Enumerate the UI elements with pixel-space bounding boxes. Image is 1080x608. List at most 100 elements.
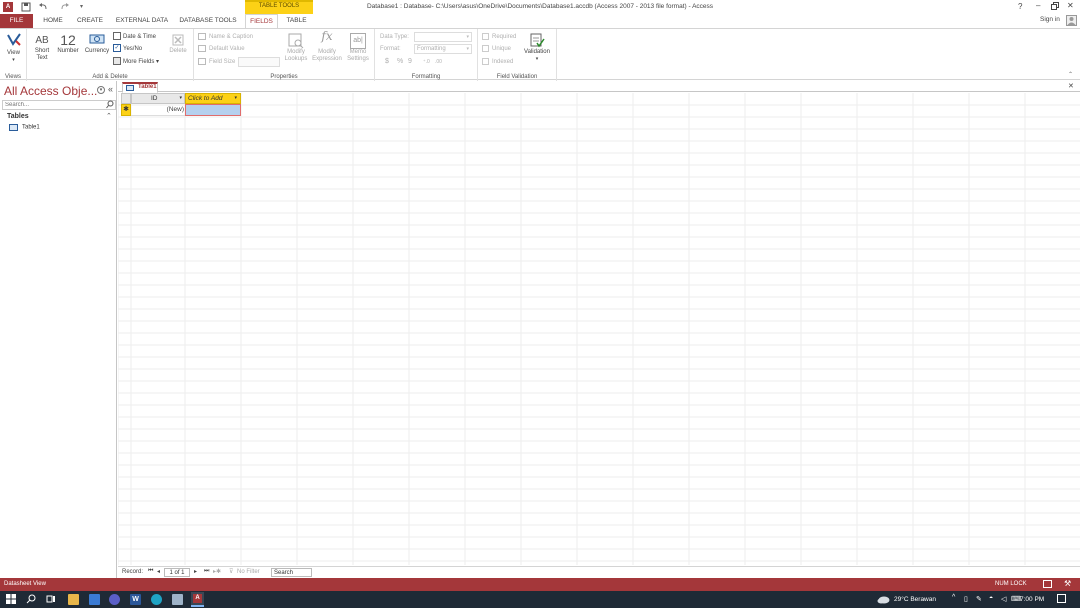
record-position-input[interactable]: 1 of 1 xyxy=(164,568,190,577)
weather-text[interactable]: 29°C Berawan xyxy=(894,596,936,603)
field-size-input[interactable] xyxy=(238,57,280,67)
indexed-checkbox[interactable]: Indexed xyxy=(482,57,513,67)
next-record-button[interactable]: ▸ xyxy=(194,568,197,575)
collapse-section-icon[interactable]: ⌃ xyxy=(106,112,112,120)
new-record-button[interactable]: ▸✱ xyxy=(213,568,221,575)
decrease-decimals-button[interactable]: .00 xyxy=(435,57,442,67)
task-view-icon[interactable] xyxy=(46,594,57,605)
store-icon[interactable] xyxy=(89,594,100,605)
comma-format-button[interactable]: 9 xyxy=(408,57,412,67)
weather-cloud-icon[interactable] xyxy=(877,595,890,604)
last-record-button[interactable]: ⏭ xyxy=(204,568,209,575)
show-hidden-icons[interactable]: ^ xyxy=(952,594,955,601)
unique-checkbox[interactable]: Unique xyxy=(482,44,511,54)
datasheet-view-icon[interactable] xyxy=(1043,580,1052,588)
validation-icon xyxy=(529,32,545,49)
close-document-button[interactable]: ✕ xyxy=(1068,82,1074,90)
search-icon[interactable] xyxy=(106,100,114,109)
select-all-corner[interactable] xyxy=(121,93,131,104)
previous-record-button[interactable]: ◂ xyxy=(157,568,160,575)
new-row-placeholder: (New) xyxy=(166,106,184,113)
required-checkbox[interactable]: Required xyxy=(482,32,516,42)
tab-fields[interactable]: FIELDS xyxy=(245,14,278,29)
save-icon[interactable] xyxy=(21,2,31,12)
default-value-icon xyxy=(198,44,206,52)
search-taskbar-icon[interactable] xyxy=(26,594,37,605)
notifications-icon[interactable] xyxy=(1057,594,1066,603)
user-avatar-icon[interactable] xyxy=(1066,15,1077,26)
view-button[interactable]: View ▾ xyxy=(2,32,25,64)
date-time-button[interactable]: Date & Time xyxy=(113,32,156,42)
shutter-bar-close-icon[interactable]: « xyxy=(108,84,113,94)
percent-format-button[interactable]: % xyxy=(397,57,403,67)
data-type-select[interactable]: ▾ xyxy=(414,32,472,42)
delete-field-button[interactable]: Delete xyxy=(165,33,191,55)
volume-icon[interactable]: ◁ xyxy=(1001,595,1006,603)
windows-start-icon[interactable] xyxy=(6,594,17,605)
collapse-ribbon-button[interactable]: ⌃ xyxy=(1068,71,1073,78)
record-search-input[interactable]: Search xyxy=(271,568,312,577)
tray-app-icon[interactable]: ▯ xyxy=(964,595,968,603)
tab-database-tools[interactable]: DATABASE TOOLS xyxy=(177,14,239,28)
yes-no-button[interactable]: ✓ Yes/No xyxy=(113,44,142,54)
filter-status[interactable]: No Filter xyxy=(237,569,260,575)
first-record-button[interactable]: ⏮ xyxy=(148,568,153,575)
table-icon xyxy=(9,124,18,131)
modify-lookups-button[interactable]: Modify Lookups xyxy=(282,33,310,63)
column-header-click-to-add[interactable]: Click to Add ▾ xyxy=(185,93,241,104)
document-tab-table1[interactable]: Table1 xyxy=(122,82,158,93)
context-tab-label: TABLE TOOLS xyxy=(258,3,300,9)
undo-icon[interactable] xyxy=(38,2,48,12)
redo-icon[interactable] xyxy=(60,2,70,12)
clock[interactable]: 7:00 PM xyxy=(1020,596,1044,603)
new-record-selector-icon[interactable]: ✱ xyxy=(121,104,131,116)
restore-button[interactable] xyxy=(1051,2,1059,10)
close-window-button[interactable]: ✕ xyxy=(1067,1,1074,10)
nav-search-box[interactable] xyxy=(2,100,116,110)
validation-button[interactable]: Validation ▾ xyxy=(520,32,554,63)
nav-menu-dropdown-icon[interactable]: ▾ xyxy=(97,86,105,94)
column-dropdown-icon[interactable]: ▾ xyxy=(179,95,182,101)
column-header-id[interactable]: ID ▾ xyxy=(131,93,185,104)
tab-table[interactable]: TABLE xyxy=(280,14,313,28)
app-icon[interactable] xyxy=(172,594,183,605)
customize-quick-access-icon[interactable]: ▾ xyxy=(80,3,83,10)
word-icon[interactable]: W xyxy=(130,594,141,605)
nav-item-table1[interactable]: Table1 xyxy=(9,124,40,133)
more-fields-button[interactable]: More Fields ▾ xyxy=(113,57,159,67)
help-button[interactable]: ? xyxy=(1018,2,1022,11)
modify-expression-button[interactable]: fx Modify Expression xyxy=(311,30,343,63)
number-button[interactable]: 12 Number xyxy=(54,33,82,55)
nav-pane-title[interactable]: All Access Obje... xyxy=(4,84,97,98)
more-fields-icon xyxy=(113,57,121,66)
file-explorer-icon[interactable] xyxy=(68,594,79,605)
edge-icon[interactable] xyxy=(151,594,162,605)
default-value-button[interactable]: Default Value xyxy=(198,44,245,54)
selected-cell[interactable] xyxy=(185,104,241,116)
teams-icon[interactable] xyxy=(109,594,120,605)
access-logo-icon[interactable]: A xyxy=(3,2,13,12)
new-row-id-cell[interactable]: (New) xyxy=(131,104,185,116)
currency-format-button[interactable]: $ xyxy=(385,57,389,67)
tab-create[interactable]: CREATE xyxy=(73,14,107,28)
increase-decimals-button[interactable]: ⁺.0 xyxy=(423,57,430,67)
tab-home[interactable]: HOME xyxy=(37,14,69,28)
tab-external-data[interactable]: EXTERNAL DATA xyxy=(111,14,173,28)
nav-search-input[interactable] xyxy=(3,101,99,109)
design-view-icon[interactable]: ⚒ xyxy=(1064,579,1071,588)
memo-settings-button[interactable]: ab| Memo Settings xyxy=(344,33,372,63)
minimize-button[interactable]: – xyxy=(1036,1,1040,10)
format-select[interactable]: Formatting ▾ xyxy=(414,44,472,54)
filter-icon: ⊽ xyxy=(229,569,234,575)
network-icon[interactable]: ◓ xyxy=(989,595,993,602)
access-taskbar-icon[interactable]: A xyxy=(191,592,204,607)
tab-file[interactable]: FILE xyxy=(0,14,33,28)
currency-button[interactable]: Currency xyxy=(82,33,112,55)
add-field-dropdown-icon[interactable]: ▾ xyxy=(234,95,237,101)
status-bar: Datasheet View NUM LOCK ⚒ xyxy=(0,578,1080,591)
name-caption-button[interactable]: Name & Caption xyxy=(198,32,253,42)
sign-in-link[interactable]: Sign in xyxy=(1040,16,1060,23)
pen-icon[interactable]: ✎ xyxy=(976,595,982,603)
short-text-button[interactable]: AB Short Text xyxy=(31,33,53,62)
tables-section-header[interactable]: Tables xyxy=(7,113,29,120)
